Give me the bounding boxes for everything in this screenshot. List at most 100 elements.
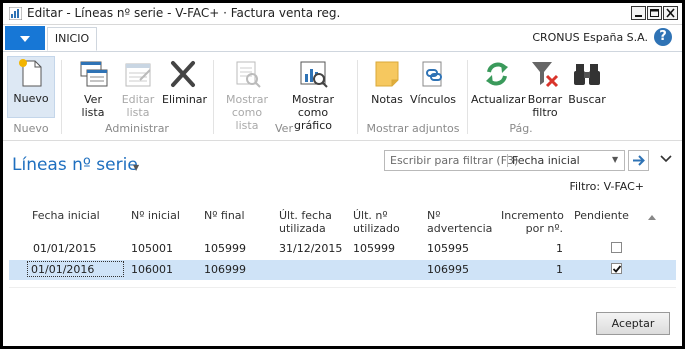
- maximize-button[interactable]: [647, 6, 662, 20]
- filter-divider: [507, 154, 508, 167]
- apply-filter-button[interactable]: [628, 150, 649, 171]
- aceptar-button[interactable]: Aceptar: [596, 312, 670, 335]
- application-menu-button[interactable]: [5, 26, 45, 50]
- mostrar-como-grafico-button[interactable]: Mostrar como gráfico: [277, 58, 349, 132]
- vinculos-button[interactable]: Vínculos: [409, 58, 457, 106]
- header-pendiente[interactable]: Pendiente: [574, 209, 629, 222]
- header-incremento[interactable]: Incremento por nº.: [501, 209, 564, 235]
- cell-incremento[interactable]: 1: [501, 263, 563, 276]
- filter-input[interactable]: Escribir para filtrar (F3): [390, 154, 518, 167]
- filter-search-box[interactable]: Escribir para filtrar (F3) Fecha inicial…: [384, 150, 625, 171]
- cell-no-advertencia[interactable]: 105995: [427, 242, 469, 255]
- cell-no-inicial[interactable]: 105001: [131, 242, 173, 255]
- ver-lista-label-2: lista: [81, 106, 105, 119]
- table-row[interactable]: 01/01/2015 105001 105999 31/12/2015 1059…: [9, 239, 676, 259]
- vinculos-label: Vínculos: [409, 93, 457, 106]
- group-label-pag: Pág.: [509, 122, 533, 135]
- cell-no-final[interactable]: 105999: [204, 242, 246, 255]
- sort-ascending-icon[interactable]: [648, 215, 656, 220]
- ver-lista-label-1: Ver: [84, 93, 102, 106]
- close-button[interactable]: [663, 6, 678, 20]
- checkmark-icon: [612, 265, 622, 273]
- borrar-filtro-button[interactable]: Borrar filtro: [525, 58, 565, 119]
- filter-field-select[interactable]: Fecha inicial: [512, 154, 580, 167]
- cell-no-final[interactable]: 106999: [204, 263, 246, 276]
- help-icon[interactable]: ?: [654, 28, 672, 46]
- header-ult-fecha-utilizada[interactable]: Últ. fecha utilizada: [279, 209, 332, 235]
- group-label-nuevo: Nuevo: [13, 122, 49, 135]
- header-no-adv-line2: advertencia: [427, 222, 493, 235]
- actualizar-label: Actualizar: [471, 93, 526, 106]
- arrow-right-icon: [633, 155, 645, 166]
- nuevo-label: Nuevo: [13, 92, 49, 105]
- pendiente-checkbox[interactable]: [611, 242, 622, 253]
- window-title: Editar - Líneas nº serie - V-FAC+ · Fact…: [27, 6, 341, 20]
- header-incremento-line1: Incremento: [501, 209, 564, 222]
- header-ult-no-line1: Últ. nº: [353, 209, 388, 222]
- cell-no-advertencia[interactable]: 106995: [427, 263, 469, 276]
- borrar-filtro-label-1: Borrar: [527, 93, 563, 106]
- header-no-adv-line1: Nº: [427, 209, 441, 222]
- binoculars-icon: [574, 64, 600, 85]
- app-icon: [9, 7, 22, 20]
- title-bar: Editar - Líneas nº serie - V-FAC+ · Fact…: [3, 3, 682, 25]
- cell-fecha-inicial[interactable]: 01/01/2015: [33, 242, 96, 255]
- cell-ult-no[interactable]: 105999: [353, 242, 395, 255]
- buscar-button[interactable]: Buscar: [567, 58, 607, 106]
- collapse-filter-button[interactable]: [660, 153, 672, 166]
- ver-lista-button[interactable]: Ver lista: [73, 58, 113, 119]
- notas-button[interactable]: Notas: [369, 58, 405, 106]
- links-icon: [422, 61, 442, 87]
- actualizar-button[interactable]: Actualizar: [471, 58, 526, 106]
- notes-icon: [375, 61, 399, 87]
- eliminar-label: Eliminar: [162, 93, 208, 106]
- eliminar-button[interactable]: Eliminar: [162, 58, 208, 106]
- menu-bar: INICIO CRONUS España S.A. ?: [3, 25, 682, 52]
- header-ult-fecha-line1: Últ. fecha: [279, 209, 332, 222]
- cell-no-inicial[interactable]: 106001: [131, 263, 173, 276]
- tab-inicio[interactable]: INICIO: [47, 27, 97, 51]
- header-no-final[interactable]: Nº final: [204, 209, 245, 222]
- header-ult-no-utilizado[interactable]: Últ. nº utilizado: [353, 209, 400, 235]
- main-window: Editar - Líneas nº serie - V-FAC+ · Fact…: [3, 3, 682, 346]
- group-label-administrar: Administrar: [105, 122, 169, 135]
- chevron-down-icon: [20, 36, 30, 42]
- pendiente-checkbox[interactable]: [611, 263, 622, 274]
- divider: [9, 287, 676, 288]
- page-title-dropdown-icon[interactable]: ▼: [133, 163, 139, 172]
- delete-icon: [171, 61, 195, 87]
- show-as-list-icon: [236, 61, 261, 88]
- editar-lista-button[interactable]: Editar lista: [118, 58, 158, 119]
- buscar-label: Buscar: [568, 93, 606, 106]
- header-ult-no-line2: utilizado: [353, 222, 400, 235]
- group-label-mostrar-adjuntos: Mostrar adjuntos: [366, 122, 460, 135]
- refresh-icon: [486, 62, 508, 86]
- group-separator: [467, 60, 468, 134]
- nuevo-button[interactable]: Nuevo: [7, 56, 55, 118]
- cell-fecha-inicial[interactable]: 01/01/2016: [27, 261, 124, 277]
- header-incremento-line2: por nº.: [525, 222, 563, 235]
- group-separator: [357, 60, 358, 134]
- page-title: Líneas nº serie: [12, 155, 138, 175]
- header-no-advertencia[interactable]: Nº advertencia: [427, 209, 492, 235]
- mostrar-como-lista-button[interactable]: Mostrar como lista: [219, 58, 275, 132]
- company-name[interactable]: CRONUS España S.A.: [532, 31, 648, 44]
- group-label-ver: Ver: [275, 122, 293, 135]
- table-row[interactable]: 01/01/2016 106001 106999 106995 1: [9, 260, 676, 280]
- close-icon: [666, 8, 675, 18]
- chevron-down-icon: [660, 155, 672, 163]
- mostrar-grafico-label-1: Mostrar como: [291, 93, 335, 119]
- chevron-down-icon[interactable]: ▼: [612, 155, 618, 164]
- cell-incremento[interactable]: 1: [501, 242, 563, 255]
- minimize-icon: [635, 15, 642, 17]
- notas-label: Notas: [371, 93, 403, 106]
- header-fecha-inicial[interactable]: Fecha inicial: [32, 209, 100, 222]
- header-no-inicial[interactable]: Nº inicial: [131, 209, 180, 222]
- filter-indicator: Filtro: V-FAC+: [569, 180, 644, 193]
- minimize-button[interactable]: [631, 6, 646, 20]
- clear-filter-icon: [532, 62, 559, 88]
- maximize-icon: [650, 9, 659, 17]
- mostrar-lista-label-1: Mostrar: [225, 93, 269, 106]
- show-as-chart-icon: [300, 61, 328, 88]
- cell-ult-fecha[interactable]: 31/12/2015: [279, 242, 342, 255]
